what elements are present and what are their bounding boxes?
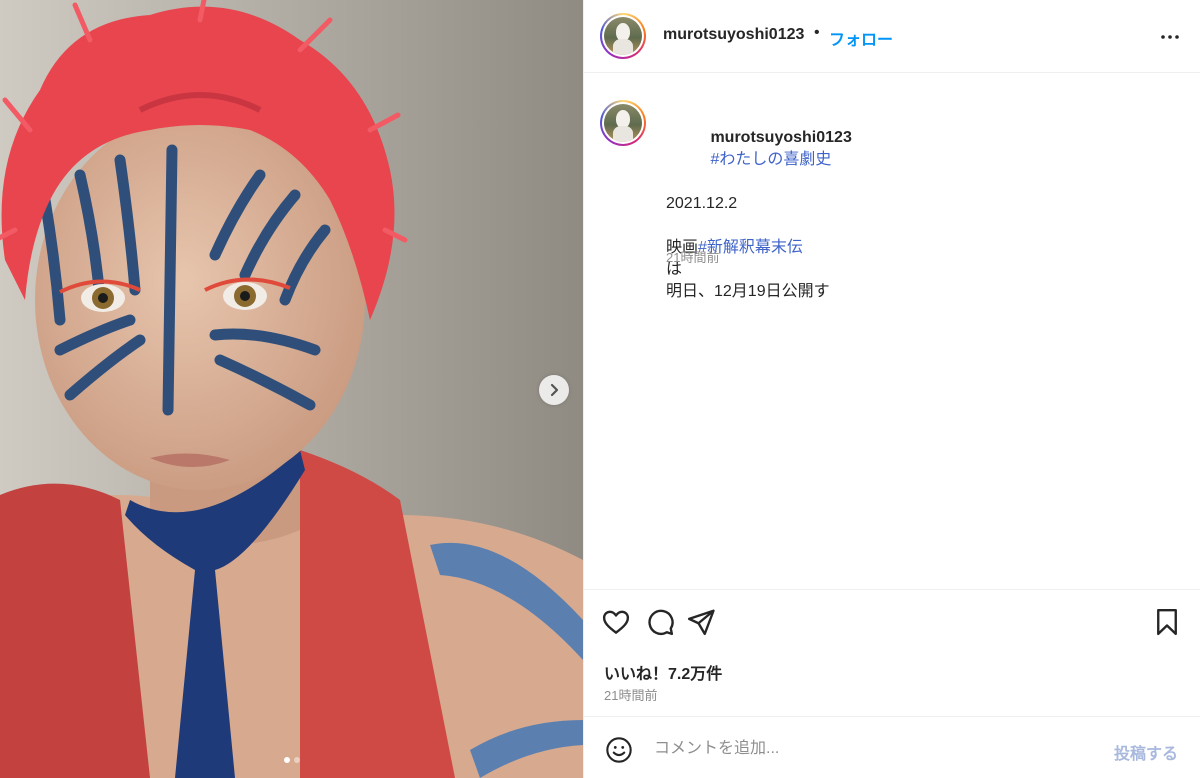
avatar[interactable] bbox=[600, 13, 646, 59]
avatar-image bbox=[604, 104, 642, 142]
likes-count[interactable]: いいね！7.2万件 bbox=[604, 660, 722, 684]
post-timestamp: 21時間前 bbox=[604, 688, 658, 703]
post-panel: murotsuyoshi0123 • フォロー murotsuyoshi0123… bbox=[583, 0, 1200, 778]
caption-date: 2021.12.2 bbox=[666, 195, 738, 212]
caption-timestamp: 21時間前 bbox=[666, 250, 720, 265]
comment-composer: 投稿する bbox=[584, 717, 1200, 778]
follow-button[interactable]: フォロー bbox=[829, 26, 893, 50]
comment-button[interactable] bbox=[645, 607, 675, 637]
avatar-image bbox=[604, 17, 642, 55]
share-icon bbox=[687, 609, 715, 636]
post-header: murotsuyoshi0123 • フォロー bbox=[584, 0, 1200, 73]
more-horizontal-icon[interactable] bbox=[1158, 25, 1182, 49]
carousel-dot-1 bbox=[283, 757, 290, 763]
caption-release: 明日、12月19日公開す bbox=[666, 283, 830, 300]
share-button[interactable] bbox=[686, 607, 716, 637]
instagram-post: murotsuyoshi0123 • フォロー murotsuyoshi0123… bbox=[0, 0, 1200, 778]
post-media[interactable] bbox=[0, 0, 583, 778]
comment-icon bbox=[648, 609, 674, 636]
caption-username[interactable]: murotsuyoshi0123 bbox=[710, 129, 851, 146]
carousel-next-button[interactable] bbox=[539, 375, 569, 405]
post-caption: murotsuyoshi0123 #わたしの喜劇史 2021.12.2 映画#新… bbox=[666, 105, 1176, 303]
post-photo bbox=[0, 0, 583, 778]
like-button[interactable] bbox=[601, 607, 631, 637]
heart-icon bbox=[602, 610, 630, 634]
caption-avatar[interactable] bbox=[600, 100, 646, 146]
carousel-indicator bbox=[0, 757, 583, 763]
emoji-icon bbox=[606, 737, 632, 763]
chevron-right-icon bbox=[550, 383, 559, 397]
carousel-dot-2 bbox=[293, 757, 300, 763]
comment-input[interactable] bbox=[654, 735, 1084, 763]
save-button[interactable] bbox=[1152, 607, 1182, 637]
header-username[interactable]: murotsuyoshi0123 bbox=[663, 26, 804, 44]
action-bar: いいね！7.2万件 21時間前 bbox=[584, 589, 1200, 717]
bookmark-icon bbox=[1157, 608, 1177, 636]
header-separator: • bbox=[814, 24, 820, 41]
post-comment-button[interactable]: 投稿する bbox=[1114, 740, 1178, 764]
comments-area[interactable]: murotsuyoshi0123 #わたしの喜劇史 2021.12.2 映画#新… bbox=[584, 74, 1200, 589]
emoji-button[interactable] bbox=[604, 735, 634, 765]
caption-hashtag[interactable]: #わたしの喜劇史 bbox=[710, 151, 831, 168]
caption-particle: は bbox=[666, 261, 683, 278]
